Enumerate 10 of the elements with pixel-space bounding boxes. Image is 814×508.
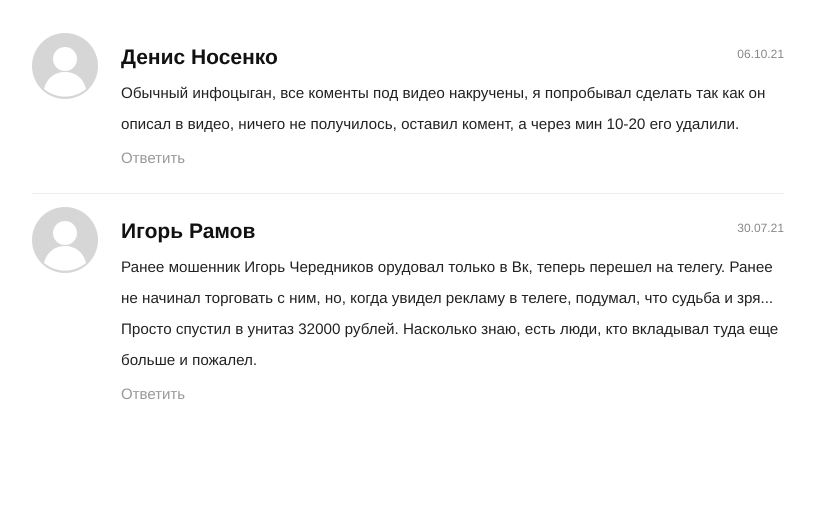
comment-date: 30.07.21 xyxy=(737,220,784,237)
reply-link[interactable]: Ответить xyxy=(121,384,186,406)
comment-text: Ранее мошенник Игорь Чередников орудовал только в Вк, теперь перешел на телегу. Ранее не начинал торговать с ним, но, когда увидел рекламу в телеге, подумал, что судьба и зря... Просто спустил в унитаз 32000 рублей. Насколько знаю, есть люди, кто вкладывал туда еще больше и пожалел. xyxy=(121,258,780,371)
author-name: Денис Носенко xyxy=(121,45,278,71)
author-name: Игорь Рамов xyxy=(121,219,256,245)
reply-link[interactable]: Ответить xyxy=(121,148,186,170)
comment-text: Обычный инфоцыган, все коменты под видео накручены, я попробывал сделать так как он описал в видео, ничего не получилось, оставил комент, а через мин 10-20 его удалили. xyxy=(121,84,766,135)
avatar-icon xyxy=(32,207,98,273)
avatar-icon xyxy=(32,33,98,99)
comment-date: 06.10.21 xyxy=(737,46,784,63)
